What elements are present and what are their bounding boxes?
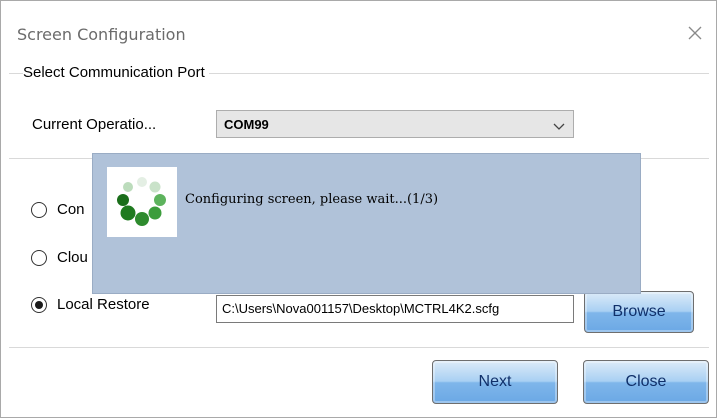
radio-local-restore[interactable] — [31, 297, 47, 313]
radio-connect-label: Con — [57, 201, 85, 218]
next-button[interactable]: Next — [432, 360, 558, 404]
radio-cloud[interactable] — [31, 250, 47, 266]
browse-button[interactable]: Browse — [584, 291, 694, 333]
radio-local-restore-label: Local Restore — [57, 296, 150, 313]
loading-spinner-icon — [107, 167, 177, 237]
chevron-down-icon — [553, 119, 565, 137]
screen-configuration-dialog: Screen Configuration Select Communicatio… — [0, 0, 717, 418]
window-title: Screen Configuration — [17, 25, 186, 44]
progress-overlay: Configuring screen, please wait...(1/3) — [92, 153, 641, 294]
file-path-field[interactable]: C:\Users\Nova001157\Desktop\MCTRL4K2.scf… — [216, 295, 574, 323]
radio-connect[interactable] — [31, 202, 47, 218]
port-select[interactable]: COM99 — [216, 110, 574, 138]
close-icon[interactable] — [684, 22, 706, 44]
divider-bottom — [9, 347, 709, 348]
radio-cloud-label: Clou — [57, 249, 88, 266]
port-select-value: COM99 — [224, 117, 269, 132]
close-button[interactable]: Close — [583, 360, 709, 404]
progress-message: Configuring screen, please wait...(1/3) — [185, 192, 439, 207]
title-bar: Screen Configuration — [1, 1, 716, 59]
section-title-communication-port: Select Communication Port — [23, 64, 209, 81]
current-operation-label: Current Operatio... — [32, 116, 157, 133]
